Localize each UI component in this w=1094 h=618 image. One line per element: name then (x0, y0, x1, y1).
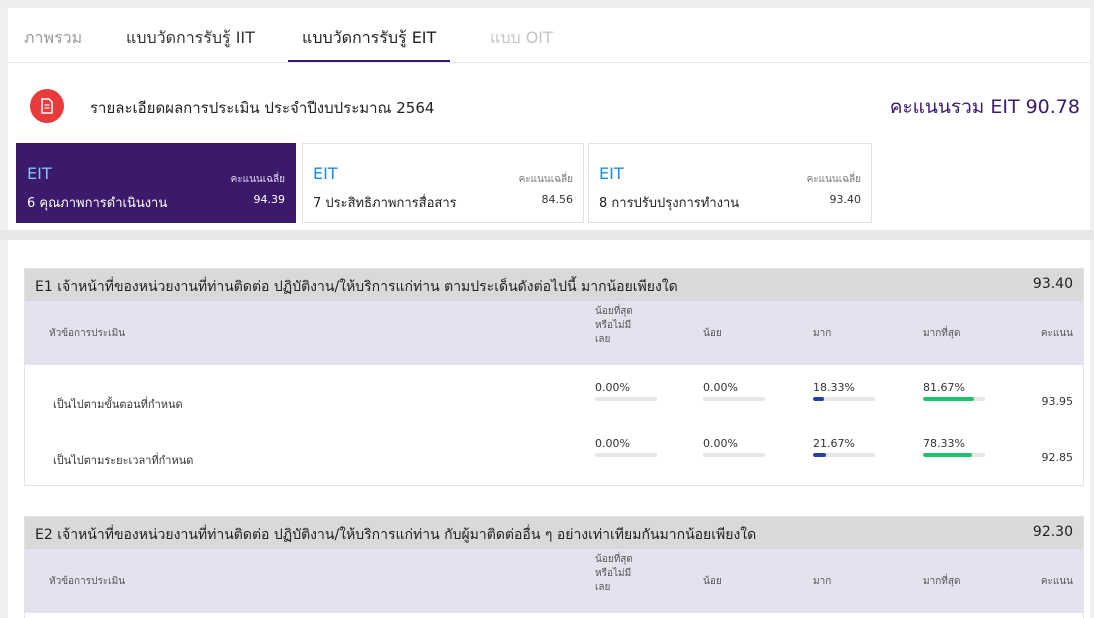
table-row: เป็นไปตามระยะเวลาที่กำหนด 0.00% 0.00% 21… (25, 425, 1083, 481)
bar-fill (923, 397, 974, 401)
bar-much (813, 397, 875, 401)
tab-iit[interactable]: แบบวัดการรับรู้ IIT (126, 16, 255, 60)
tab-eit[interactable]: แบบวัดการรับรู้ EIT (288, 16, 451, 63)
section-title: E2 เจ้าหน้าที่ของหน่วยงานที่ท่านติดต่อ ป… (35, 527, 757, 543)
eit-tag: EIT (599, 164, 624, 183)
section-score: 93.40 (1032, 276, 1073, 292)
pct-little: 0.00% (703, 381, 738, 394)
section-header: E1 เจ้าหน้าที่ของหน่วยงานที่ท่านติดต่อ ป… (25, 269, 1083, 301)
table-row: เป็นไปตามขั้นตอนที่กำหนด 0.00% 0.00% 18.… (25, 369, 1083, 425)
col-least: น้อยที่สุด หรือไม่มี เลย (595, 306, 633, 345)
bar-little (703, 397, 765, 401)
eit-tag: EIT (27, 164, 52, 183)
app-page: ภาพรวม แบบวัดการรับรู้ IIT แบบวัดการรับร… (0, 0, 1094, 618)
total-score: คะแนนรวม EIT 90.78 (889, 96, 1080, 118)
row-label: เป็นไปตามขั้นตอนที่กำหนด (53, 398, 183, 411)
col-topic: หัวข้อการประเมิน (49, 328, 126, 339)
top-band (0, 0, 1094, 8)
detail-title: รายละเอียดผลการประเมิน ประจำปีงบประมาณ 2… (90, 99, 435, 117)
content-panel: E1 เจ้าหน้าที่ของหน่วยงานที่ท่านติดต่อ ป… (8, 240, 1090, 618)
bar-fill (813, 397, 825, 401)
column-header-row: หัวข้อการประเมิน น้อยที่สุด หรือไม่มี เลย … (25, 549, 1083, 613)
tab-oit[interactable]: แบบ OIT (490, 16, 553, 60)
section-header: E2 เจ้าหน้าที่ของหน่วยงานที่ท่านติดต่อ ป… (25, 517, 1083, 549)
col-score: คะแนน (1040, 328, 1073, 339)
bar-much (813, 453, 875, 457)
document-icon (30, 89, 64, 123)
row-score: 92.85 (1041, 451, 1074, 464)
col-little: น้อย (703, 576, 722, 587)
eit-avg-label: คะแนนเฉลี่ย (518, 174, 573, 185)
eit-avg: 93.40 (829, 193, 862, 206)
bar-most (923, 453, 985, 457)
col-score: คะแนน (1040, 576, 1073, 587)
pct-least: 0.00% (595, 437, 630, 450)
pct-little: 0.00% (703, 437, 738, 450)
col-much: มาก (813, 576, 832, 587)
eit-card-7[interactable]: EIT 7 ประสิทธิภาพการสื่อสาร คะแนนเฉลี่ย … (302, 143, 584, 223)
pct-most: 81.67% (923, 381, 965, 394)
col-most: มากที่สุด (923, 576, 961, 587)
bar-most (923, 397, 985, 401)
section-e2: E2 เจ้าหน้าที่ของหน่วยงานที่ท่านติดต่อ ป… (24, 516, 1084, 618)
bar-little (703, 453, 765, 457)
eit-name: 7 ประสิทธิภาพการสื่อสาร (313, 196, 457, 211)
section-title: E1 เจ้าหน้าที่ของหน่วยงานที่ท่านติดต่อ ป… (35, 279, 678, 295)
bar-least (595, 397, 657, 401)
eit-card-6[interactable]: EIT 6 คุณภาพการดำเนินงาน คะแนนเฉลี่ย 94.… (16, 143, 296, 223)
row-score: 93.95 (1041, 395, 1074, 408)
col-topic: หัวข้อการประเมิน (49, 576, 126, 587)
bar-fill (813, 453, 827, 457)
eit-avg-label: คะแนนเฉลี่ย (230, 174, 285, 185)
section-separator (0, 230, 1094, 240)
eit-avg-label: คะแนนเฉลี่ย (806, 174, 861, 185)
eit-name: 6 คุณภาพการดำเนินงาน (27, 196, 168, 211)
eit-avg: 94.39 (253, 193, 286, 206)
tab-overview[interactable]: ภาพรวม (24, 16, 82, 60)
pct-most: 78.33% (923, 437, 965, 450)
pct-least: 0.00% (595, 381, 630, 394)
col-least: น้อยที่สุด หรือไม่มี เลย (595, 554, 633, 593)
eit-tag: EIT (313, 164, 338, 183)
col-little: น้อย (703, 328, 722, 339)
bar-fill (923, 453, 972, 457)
pct-much: 21.67% (813, 437, 855, 450)
section-e1: E1 เจ้าหน้าที่ของหน่วยงานที่ท่านติดต่อ ป… (24, 268, 1084, 486)
col-most: มากที่สุด (923, 328, 961, 339)
row-label: เป็นไปตามระยะเวลาที่กำหนด (53, 454, 194, 467)
pct-much: 18.33% (813, 381, 855, 394)
bar-least (595, 453, 657, 457)
eit-card-8[interactable]: EIT 8 การปรับปรุงการทำงาน คะแนนเฉลี่ย 93… (588, 143, 872, 223)
eit-avg: 84.56 (541, 193, 574, 206)
section-score: 92.30 (1032, 524, 1073, 540)
column-header-row: หัวข้อการประเมิน น้อยที่สุด หรือไม่มี เลย … (25, 301, 1083, 365)
col-much: มาก (813, 328, 832, 339)
tab-underline (8, 62, 1090, 63)
eit-name: 8 การปรับปรุงการทำงาน (599, 196, 740, 211)
